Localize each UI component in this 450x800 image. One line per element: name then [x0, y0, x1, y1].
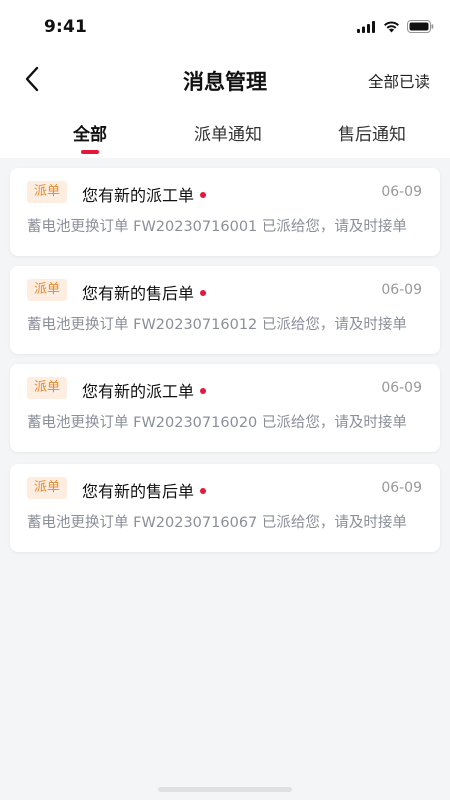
- top-area: 9:41 消息管理 全部已读 全部 派单通知 售后通知: [0, 0, 450, 158]
- chevron-left-icon: [25, 66, 39, 92]
- tab-label: 全部: [73, 125, 107, 145]
- message-card[interactable]: 派单 您有新的派工单 06-09 蓄电池更换订单 FW20230716001 已…: [10, 168, 440, 256]
- message-title-text: 您有新的售后单: [82, 284, 195, 303]
- message-title: 您有新的派工单: [82, 182, 207, 206]
- message-date: 06-09: [381, 184, 422, 200]
- message-tag: 派单: [27, 377, 68, 399]
- message-date: 06-09: [381, 380, 422, 396]
- active-tab-indicator: [81, 150, 99, 154]
- status-time: 9:41: [44, 17, 88, 37]
- unread-dot: [200, 289, 207, 296]
- tab-bar: 全部 派单通知 售后通知: [0, 112, 450, 158]
- message-title-text: 您有新的售后单: [82, 482, 195, 501]
- home-indicator: [158, 787, 292, 792]
- mark-all-read-button[interactable]: 全部已读: [368, 70, 430, 92]
- message-card[interactable]: 派单 您有新的派工单 06-09 蓄电池更换订单 FW20230716020 已…: [10, 364, 440, 452]
- message-date: 06-09: [381, 480, 422, 496]
- unread-dot: [200, 387, 207, 394]
- message-card[interactable]: 派单 您有新的售后单 06-09 蓄电池更换订单 FW20230716067 已…: [10, 464, 440, 552]
- message-body: 蓄电池更换订单 FW20230716001 已派给您，请及时接单: [27, 219, 407, 235]
- unread-dot: [200, 487, 207, 494]
- message-title: 您有新的售后单: [82, 478, 207, 502]
- message-tag: 派单: [27, 181, 68, 203]
- unread-dot: [200, 191, 207, 198]
- message-body: 蓄电池更换订单 FW20230716067 已派给您，请及时接单: [27, 515, 407, 531]
- tab-label: 派单通知: [194, 125, 262, 145]
- message-date: 06-09: [381, 282, 422, 298]
- message-body: 蓄电池更换订单 FW20230716012 已派给您，请及时接单: [27, 317, 407, 333]
- message-title-text: 您有新的派工单: [82, 186, 195, 205]
- signal-icon: [357, 20, 375, 33]
- message-title: 您有新的售后单: [82, 280, 207, 304]
- nav-bar: 消息管理 全部已读: [0, 56, 450, 104]
- back-button[interactable]: [18, 64, 48, 94]
- tab-label: 售后通知: [338, 125, 406, 145]
- message-card[interactable]: 派单 您有新的售后单 06-09 蓄电池更换订单 FW20230716012 已…: [10, 266, 440, 354]
- status-icons: [357, 20, 434, 33]
- message-title: 您有新的派工单: [82, 378, 207, 402]
- battery-icon: [407, 20, 434, 33]
- tab-all[interactable]: 全部: [68, 120, 112, 154]
- message-title-text: 您有新的派工单: [82, 382, 195, 401]
- status-bar: 9:41: [0, 0, 450, 50]
- message-tag: 派单: [27, 477, 68, 499]
- message-tag: 派单: [27, 279, 68, 301]
- tab-aftersale-notice[interactable]: 售后通知: [334, 120, 410, 145]
- tab-dispatch-notice[interactable]: 派单通知: [190, 120, 266, 145]
- message-body: 蓄电池更换订单 FW20230716020 已派给您，请及时接单: [27, 415, 407, 431]
- wifi-icon: [384, 20, 399, 32]
